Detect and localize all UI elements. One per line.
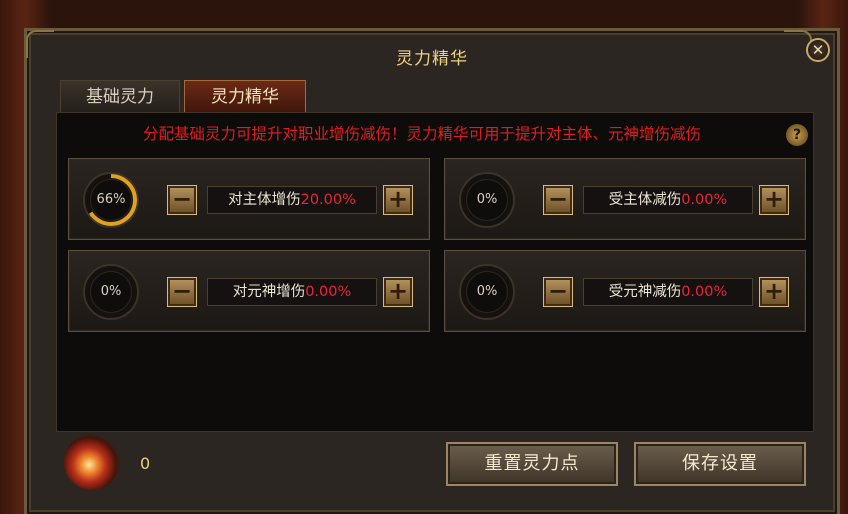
window-title: 灵力精华	[396, 49, 468, 69]
save-settings-button[interactable]: 保存设置	[634, 442, 806, 486]
progress-ring: 0%	[459, 264, 515, 320]
stat-value: 0.00%	[681, 284, 728, 300]
progress-label: 0%	[466, 179, 508, 221]
progress-label: 66%	[90, 179, 132, 221]
progress-ring: 0%	[459, 172, 515, 228]
close-button[interactable]: ✕	[806, 38, 830, 62]
stat-card: 0% − 受元神减伤0.00% +	[444, 250, 806, 332]
increase-button[interactable]: +	[759, 185, 789, 215]
stat-value: 0.00%	[305, 284, 352, 300]
close-icon: ✕	[811, 41, 825, 59]
progress-label: 0%	[90, 271, 132, 313]
reset-points-button[interactable]: 重置灵力点	[446, 442, 618, 486]
spirit-gem-icon	[64, 434, 120, 490]
tab-basic-spirit[interactable]: 基础灵力	[60, 80, 180, 114]
stat-name: 对主体增伤	[228, 192, 301, 208]
stat-card: 66% − 对主体增伤20.00% +	[68, 158, 430, 240]
decrease-button[interactable]: −	[543, 277, 573, 307]
stat-name: 受主体减伤	[608, 192, 682, 208]
progress-ring: 66%	[83, 172, 139, 228]
question-icon[interactable]: ?	[786, 124, 808, 146]
stat-value: 0.00%	[681, 192, 728, 208]
tab-spirit-essence[interactable]: 灵力精华	[184, 80, 306, 114]
stat-value-box: 受主体减伤0.00%	[583, 186, 753, 214]
increase-button[interactable]: +	[383, 185, 413, 215]
decrease-button[interactable]: −	[167, 185, 197, 215]
stat-value: 20.00%	[300, 192, 356, 208]
stat-name: 受元神减伤	[608, 284, 682, 300]
stat-card: 0% − 受主体减伤0.00% +	[444, 158, 806, 240]
notice-text: 分配基础灵力可提升对职业增伤减伤！灵力精华可用于提升对主体、元神增伤减伤	[142, 125, 701, 143]
spirit-points-count: 0	[140, 454, 151, 473]
decrease-button[interactable]: −	[167, 277, 197, 307]
stat-card: 0% − 对元神增伤0.00% +	[68, 250, 430, 332]
decrease-button[interactable]: −	[543, 185, 573, 215]
progress-ring: 0%	[83, 264, 139, 320]
stat-name: 对元神增伤	[232, 284, 306, 300]
progress-label: 0%	[466, 271, 508, 313]
increase-button[interactable]: +	[383, 277, 413, 307]
stat-value-box: 对主体增伤20.00%	[207, 186, 377, 214]
increase-button[interactable]: +	[759, 277, 789, 307]
stat-value-box: 对元神增伤0.00%	[207, 278, 377, 306]
stat-value-box: 受元神减伤0.00%	[583, 278, 753, 306]
